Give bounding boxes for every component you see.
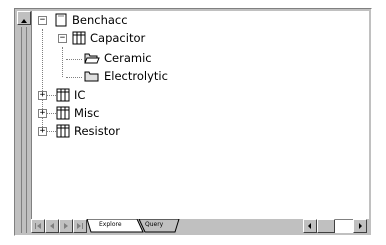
arrow-left-icon xyxy=(308,223,311,229)
explorer-panel: − Benchacc − Capacitor Ceramic Electroly… xyxy=(14,8,372,236)
table-icon xyxy=(56,88,70,102)
table-icon xyxy=(72,31,86,45)
tree-node-label: Benchacc xyxy=(72,13,128,27)
table-icon xyxy=(56,106,70,120)
tree-node-resistor[interactable]: Resistor xyxy=(56,122,120,140)
tree-node-ceramic[interactable]: Ceramic xyxy=(84,49,152,67)
scroll-up-button[interactable] xyxy=(17,11,31,25)
tab-explore[interactable]: Explore xyxy=(93,219,128,232)
previous-tab-button[interactable] xyxy=(45,219,59,233)
tree-connector xyxy=(66,59,82,60)
tree-node-label: Electrolytic xyxy=(104,69,168,83)
first-icon xyxy=(35,223,41,229)
tree-connector xyxy=(46,95,56,96)
database-icon xyxy=(55,13,67,27)
collapse-button[interactable]: − xyxy=(58,34,67,43)
expand-button[interactable]: + xyxy=(38,127,47,136)
tree-node-label: Misc xyxy=(74,106,100,120)
tree-node-label: Resistor xyxy=(74,124,120,138)
last-icon xyxy=(77,223,83,229)
tree-node-label: Ceramic xyxy=(104,51,152,65)
tree-connector xyxy=(46,113,56,114)
expand-button[interactable]: + xyxy=(38,109,47,118)
expand-button[interactable]: + xyxy=(38,91,47,100)
folder-icon xyxy=(84,71,99,82)
horizontal-scroll-thumb[interactable] xyxy=(317,219,335,233)
tree-node-benchacc[interactable]: Benchacc xyxy=(54,11,128,29)
tree-node-electrolytic[interactable]: Electrolytic xyxy=(84,67,168,85)
next-icon xyxy=(64,223,68,229)
table-icon xyxy=(56,124,70,138)
previous-icon xyxy=(50,223,54,229)
scroll-left-button[interactable] xyxy=(303,219,317,233)
tree-node-label: IC xyxy=(74,88,86,102)
tree-node-capacitor[interactable]: Capacitor xyxy=(72,29,145,47)
tree-node-misc[interactable]: Misc xyxy=(56,104,99,122)
arrow-up-icon xyxy=(21,19,27,23)
collapse-button[interactable]: − xyxy=(38,16,47,25)
scroll-right-button[interactable] xyxy=(353,219,367,233)
vertical-scroll-track[interactable] xyxy=(21,27,27,233)
bottom-bar: Explore Query xyxy=(31,219,369,233)
tree-view[interactable]: − Benchacc − Capacitor Ceramic Electroly… xyxy=(31,11,369,219)
tab-query[interactable]: Query xyxy=(139,219,169,232)
next-tab-button[interactable] xyxy=(59,219,73,233)
vertical-scrollbar[interactable] xyxy=(17,11,31,233)
open-folder-icon xyxy=(84,53,100,64)
arrow-right-icon xyxy=(359,223,362,229)
tree-connector xyxy=(62,47,63,77)
tree-node-label: Capacitor xyxy=(90,31,146,45)
horizontal-scroll-track[interactable] xyxy=(335,219,353,233)
last-tab-button[interactable] xyxy=(73,219,87,233)
first-tab-button[interactable] xyxy=(31,219,45,233)
tree-connector xyxy=(46,131,56,132)
tree-node-ic[interactable]: IC xyxy=(56,86,85,104)
tree-connector xyxy=(66,77,82,78)
